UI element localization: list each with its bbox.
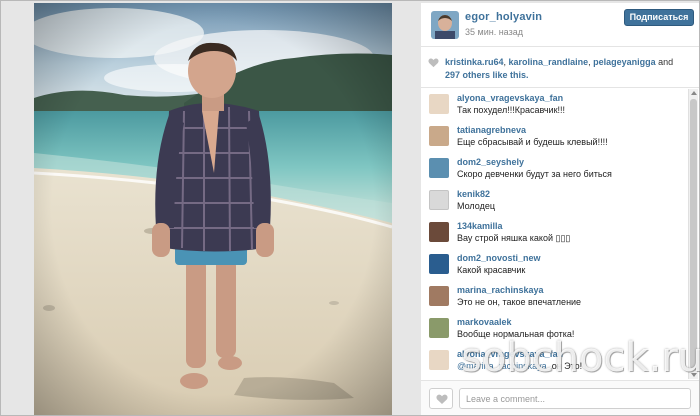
commenter-avatar[interactable]: [429, 158, 449, 178]
comment-footer: [421, 380, 699, 415]
comment-item: marina_rachinskaya Это не он, такое впеч…: [421, 283, 687, 314]
follow-button[interactable]: Подписаться: [624, 9, 694, 26]
comment-item: markovaalek Вообще нормальная фотка!: [421, 315, 687, 346]
comment-item: dom2_seyshely Скоро девченки будут за не…: [421, 155, 687, 186]
comment-username[interactable]: alyona_vragevskaya_fan: [457, 349, 563, 359]
likes-others-count[interactable]: 297 others like this.: [445, 70, 529, 80]
likes-summary: kristinka.ru64, karolina_randlaine, pela…: [421, 48, 699, 88]
comment-text: Молодец: [457, 201, 495, 211]
beach-photo-image: [34, 3, 392, 415]
comment-text: Так похудел!!!Красавчик!!!: [457, 105, 566, 115]
comments-scrollbar[interactable]: [688, 89, 698, 379]
like-user-link[interactable]: kristinka.ru64: [445, 57, 504, 67]
comment-text-rest: ,он Это!: [546, 361, 583, 371]
commenter-avatar[interactable]: [429, 94, 449, 114]
comment-text: Какой красавчик: [457, 265, 526, 275]
scroll-down-arrow-icon[interactable]: [691, 373, 697, 377]
comment-text: @marina_rachinskaya ,он Это!: [457, 361, 582, 371]
heart-icon: [428, 58, 439, 68]
comment-item: kenik82 Молодец: [421, 187, 687, 218]
comment-input[interactable]: [459, 388, 691, 409]
commenter-avatar[interactable]: [429, 350, 449, 370]
post-header: egor_holyavin 35 мин. назад Подписаться: [421, 3, 699, 47]
post-side-panel: egor_holyavin 35 мин. назад Подписаться …: [421, 3, 699, 415]
like-user-link[interactable]: karolina_randlaine: [509, 57, 589, 67]
commenter-avatar[interactable]: [429, 190, 449, 210]
comment-username[interactable]: marina_rachinskaya: [457, 285, 544, 295]
comment-username[interactable]: alyona_vragevskaya_fan: [457, 93, 563, 103]
comment-username[interactable]: dom2_seyshely: [457, 157, 524, 167]
comment-item: tatianagrebneva Еще сбрасывай и будешь к…: [421, 123, 687, 154]
heart-icon: [436, 394, 448, 404]
scroll-up-arrow-icon[interactable]: [691, 91, 697, 95]
instagram-embed-frame: egor_holyavin 35 мин. назад Подписаться …: [0, 0, 700, 416]
post-time: 35 мин. назад: [465, 27, 523, 37]
comment-text: Это не он, такое впечатление: [457, 297, 582, 307]
comment-item: 134kamilla Вау строй няшка какой ▯▯▯: [421, 219, 687, 250]
scroll-thumb[interactable]: [690, 99, 697, 369]
comment-item: dom2_novosti_new Какой красавчик: [421, 251, 687, 282]
comment-username[interactable]: tatianagrebneva: [457, 125, 526, 135]
comment-text: Еще сбрасывай и будешь клевый!!!!: [457, 137, 608, 147]
author-username[interactable]: egor_holyavin: [465, 11, 542, 23]
commenter-avatar[interactable]: [429, 318, 449, 338]
commenter-avatar[interactable]: [429, 222, 449, 242]
comment-text: Вау строй няшка какой ▯▯▯: [457, 233, 571, 243]
commenter-avatar[interactable]: [429, 286, 449, 306]
comment-item: alyona_vragevskaya_fan @marina_rachinska…: [421, 347, 687, 378]
comment-text: Вообще нормальная фотка!: [457, 329, 575, 339]
comment-text: Скоро девченки будут за него биться: [457, 169, 612, 179]
commenter-avatar[interactable]: [429, 126, 449, 146]
post-photo: [34, 3, 392, 415]
comment-mention-link[interactable]: @marina_rachinskaya: [457, 361, 547, 371]
comment-username[interactable]: kenik82: [457, 189, 490, 199]
comment-username[interactable]: 134kamilla: [457, 221, 503, 231]
comment-username[interactable]: markovaalek: [457, 317, 512, 327]
comment-username[interactable]: dom2_novosti_new: [457, 253, 541, 263]
like-button[interactable]: [429, 388, 453, 409]
like-user-link[interactable]: pelageyanigga: [593, 57, 656, 67]
like-and-text: and: [655, 57, 674, 67]
comment-item: alyona_vragevskaya_fan Так похудел!!!Кра…: [421, 91, 687, 122]
comments-list: alyona_vragevskaya_fan Так похудел!!!Кра…: [421, 89, 699, 379]
author-avatar[interactable]: [431, 11, 459, 39]
commenter-avatar[interactable]: [429, 254, 449, 274]
